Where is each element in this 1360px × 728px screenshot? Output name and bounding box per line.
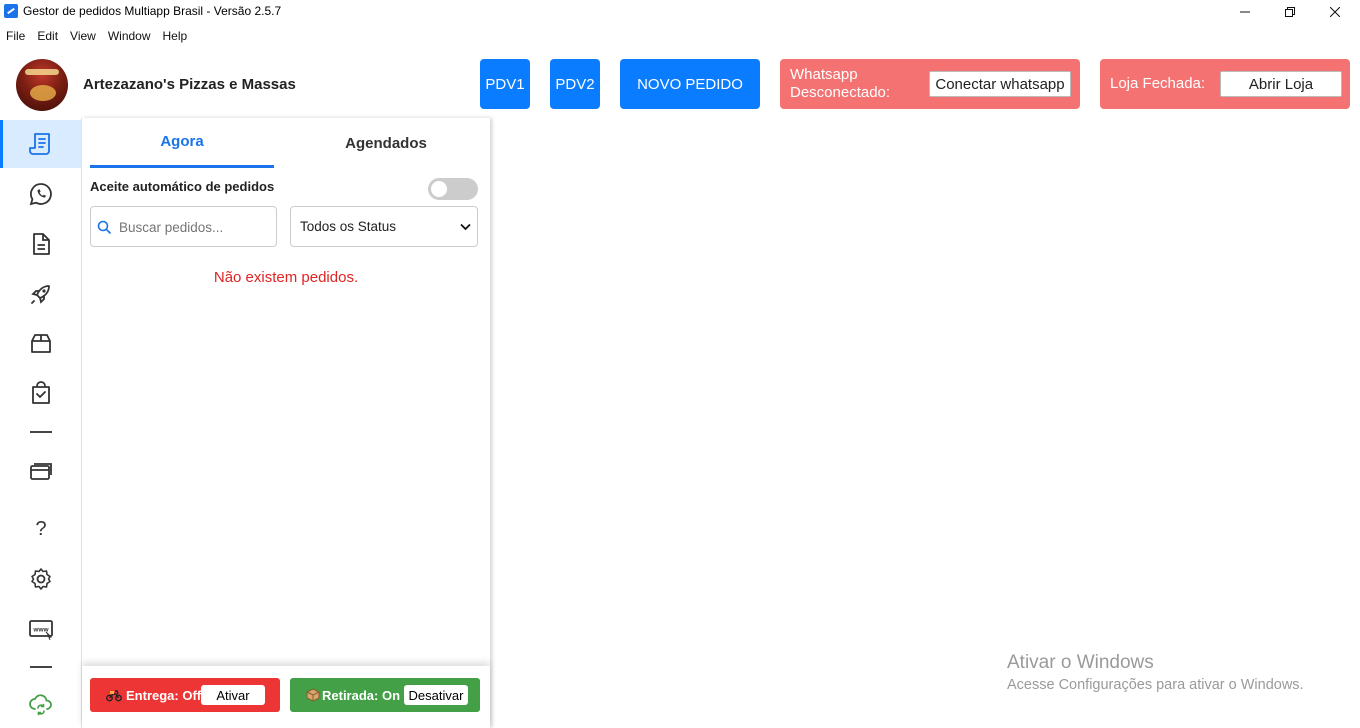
open-store-button[interactable]: Abrir Loja [1220,71,1342,97]
sidebar-item-documents[interactable] [0,220,82,268]
sidebar-item-help[interactable]: ? [0,505,82,553]
help-question-icon: ? [35,517,47,540]
sidebar-divider [30,431,52,433]
package-box-icon [31,334,51,353]
sidebar-item-sync[interactable] [0,679,82,727]
chevron-down-icon [460,223,471,231]
sidebar: ? www [0,118,82,728]
menu-bar: File Edit View Window Help [0,26,193,46]
new-order-button[interactable]: NOVO PEDIDO [620,59,760,109]
sidebar-item-orders-bag[interactable] [0,370,82,418]
clipboard-bag-icon [32,381,50,404]
windows-watermark-title: Ativar o Windows [1007,652,1154,673]
restore-icon [1285,7,1295,17]
connect-whatsapp-button[interactable]: Conectar whatsapp [929,71,1071,97]
orders-receipt-icon [29,133,50,155]
sidebar-item-website[interactable]: www [0,605,82,653]
motorcycle-icon [106,690,122,702]
whatsapp-status-line2: Desconectado: [790,84,891,101]
sidebar-item-orders[interactable] [0,120,82,168]
cloud-sync-icon [29,694,52,716]
search-field[interactable] [90,206,277,247]
credit-card-icon [30,463,52,480]
sidebar-item-marketing[interactable] [0,270,82,318]
delivery-activate-button[interactable]: Ativar [201,685,265,705]
status-filter-value: Todos os Status [300,219,397,234]
menu-help[interactable]: Help [157,26,194,46]
windows-watermark-subtitle: Acesse Configurações para ativar o Windo… [1007,677,1304,693]
store-name: Artezazano's Pizzas e Massas [83,76,296,93]
menu-window[interactable]: Window [102,26,157,46]
store-status-text: Loja Fechada: [1110,75,1206,92]
app-header: Artezazano's Pizzas e Massas PDV1 PDV2 N… [0,50,1360,118]
search-icon [97,220,111,234]
delivery-status-label: Entrega: Off [126,688,202,703]
store-status-box: Loja Fechada: Abrir Loja [1100,59,1350,109]
menu-view[interactable]: View [64,26,102,46]
whatsapp-status-line1: Whatsapp [790,66,858,83]
title-bar: Gestor de pedidos Multiapp Brasil - Vers… [0,0,1360,24]
auto-accept-label: Aceite automático de pedidos [90,179,275,194]
sidebar-item-settings[interactable] [0,555,82,603]
minimize-button[interactable] [1222,0,1268,24]
rocket-icon [31,285,50,304]
pickup-mode: Retirada: On Desativar [290,678,480,712]
settings-gear-icon [31,568,51,590]
delivery-mode-bar: Entrega: Off Ativar Retirada: On Desativ… [82,666,490,728]
package-icon [306,688,320,702]
sidebar-item-whatsapp[interactable] [0,170,82,218]
status-filter-select[interactable]: Todos os Status [290,206,478,247]
pickup-status-label: Retirada: On [322,688,401,703]
app-icon [4,4,18,18]
menu-edit[interactable]: Edit [31,26,64,46]
orders-panel: Agora Agendados Aceite automático de ped… [82,118,490,728]
whatsapp-status-box: Whatsapp Desconectado: Conectar whatsapp [780,59,1080,109]
whatsapp-status-text: Whatsapp Desconectado: [790,66,890,102]
tab-agendados[interactable]: Agendados [286,118,486,168]
close-button[interactable] [1312,0,1358,24]
window-title: Gestor de pedidos Multiapp Brasil - Vers… [23,4,282,18]
pdv2-button[interactable]: PDV2 [550,59,600,109]
menu-file[interactable]: File [0,26,31,46]
restore-button[interactable] [1267,0,1313,24]
auto-accept-toggle[interactable] [428,178,478,200]
pickup-deactivate-button[interactable]: Desativar [404,685,468,705]
search-input[interactable] [119,217,269,237]
empty-orders-message: Não existem pedidos. [213,269,359,286]
delivery-mode: Entrega: Off Ativar [90,678,280,712]
close-icon [1330,7,1340,17]
whatsapp-icon [29,183,52,206]
sidebar-item-products[interactable] [0,320,82,368]
www-browser-icon: www [29,620,53,641]
pdv1-button[interactable]: PDV1 [480,59,530,109]
tab-agora[interactable]: Agora [90,118,274,168]
store-logo [16,59,68,111]
document-icon [33,233,50,255]
sidebar-divider-2 [30,666,52,668]
sidebar-item-payments[interactable] [0,448,82,496]
minimize-icon [1240,11,1250,13]
